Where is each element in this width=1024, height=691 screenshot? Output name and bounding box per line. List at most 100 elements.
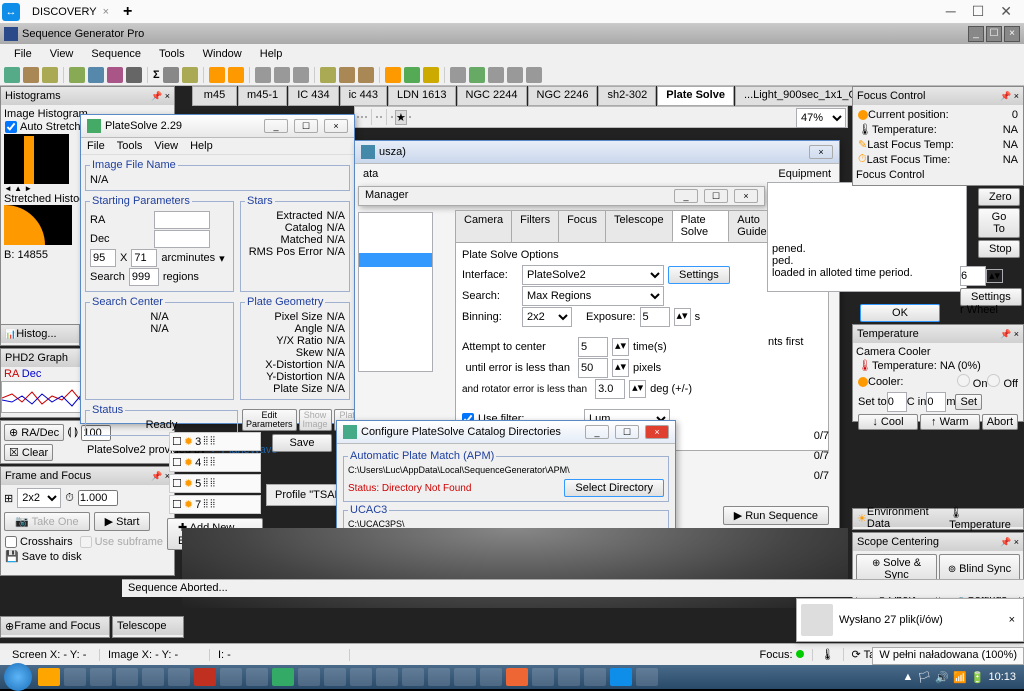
minimize-icon[interactable]: ─ [946,3,956,20]
close-icon[interactable]: × [809,145,833,159]
sizex-input[interactable] [90,249,116,267]
task-item[interactable] [532,668,554,686]
tab-focus[interactable]: Focus [558,210,606,242]
tb-icon-22[interactable] [469,67,485,83]
tray-icon[interactable]: 🔋 [971,671,985,684]
close-icon[interactable]: × [645,425,669,439]
task-item[interactable] [38,668,60,686]
task-item[interactable] [506,668,528,686]
close-icon[interactable]: × [103,6,109,18]
crosshairs-checkbox[interactable] [5,536,17,548]
spinner[interactable]: ▴▾ [612,338,629,356]
spinner[interactable]: ▴▾ [612,359,629,377]
menu-view[interactable]: View [42,46,82,62]
task-item[interactable] [272,668,294,686]
bin-select[interactable]: 2x2 [17,488,61,508]
pin-icon[interactable]: 📌 × [1000,91,1019,102]
menu-tools[interactable]: Tools [151,46,193,62]
tb-icon-25[interactable] [526,67,542,83]
pin-icon[interactable]: 📌 × [1000,537,1019,548]
menu-file[interactable]: File [6,46,40,62]
task-item[interactable] [324,668,346,686]
checkbox-icon[interactable]: ☐ [172,435,182,448]
apm-select-dir-button[interactable]: Select Directory [564,479,664,497]
clear-button[interactable]: ☒ Clear [4,444,53,461]
pin-icon[interactable]: 📌 × [151,91,170,102]
task-item[interactable] [428,668,450,686]
warm-button[interactable]: ↑ Warm [920,414,980,430]
ps-menu-help[interactable]: Help [190,140,213,152]
run-sequence-button[interactable]: ▶ Run Sequence [723,506,829,525]
attempt-input[interactable] [578,337,608,357]
radec-button[interactable]: ⊕ RA/Dec [4,424,64,441]
task-item[interactable] [480,668,502,686]
tab-telescope[interactable]: Telescope [605,210,673,242]
spinner[interactable]: ▴▾ [674,308,691,326]
set-button[interactable]: Set [955,394,982,410]
tb-icon-8[interactable] [163,67,179,83]
tb-icon-17[interactable] [358,67,374,83]
tb-icon-21[interactable] [450,67,466,83]
pin-icon[interactable]: 📌 × [1000,329,1019,340]
abort-button[interactable]: Abort [982,414,1018,430]
doc-tab-ldn1613[interactable]: LDN 1613 [388,86,456,106]
task-item[interactable] [454,668,476,686]
task-item[interactable] [610,668,632,686]
sizey-input[interactable] [131,249,157,267]
temp-input[interactable] [887,392,907,412]
task-item[interactable] [142,668,164,686]
show-image-button[interactable]: Show Image [299,409,332,431]
clock[interactable]: 10:13 [988,671,1016,683]
checkbox-icon[interactable]: ☐ [172,498,182,511]
maximize-icon[interactable]: ☐ [972,3,985,20]
subframe-checkbox[interactable] [80,536,92,548]
tb-icon-14[interactable] [293,67,309,83]
nav-icon5[interactable] [380,116,382,118]
interface-select[interactable]: PlateSolve2 [522,265,664,285]
save-button[interactable]: Save [272,434,332,452]
rotator-input[interactable] [595,379,625,399]
manager-list[interactable] [358,212,433,372]
ra-input[interactable] [154,211,210,229]
task-item[interactable] [636,668,658,686]
tb-icon-18[interactable] [385,67,401,83]
tray-arrow[interactable]: ▲ [903,671,914,683]
close-icon[interactable]: × [734,189,758,203]
task-item[interactable] [350,668,372,686]
maximize-icon[interactable]: ☐ [704,189,728,203]
cool-button[interactable]: ↓ Cool [858,414,918,430]
exposure-input[interactable] [640,307,670,327]
sigma-icon[interactable]: Σ [153,69,160,81]
tb-icon-19[interactable] [404,67,420,83]
task-item[interactable] [298,668,320,686]
task-item[interactable] [246,668,268,686]
spinner[interactable]: ▴▾ [986,269,1003,283]
task-item[interactable] [558,668,580,686]
tb-icon-3[interactable] [42,67,58,83]
checkbox-icon[interactable]: ☐ [172,456,182,469]
dropdown-icon[interactable]: ▾ [219,252,225,265]
tb-icon-11[interactable] [228,67,244,83]
until-input[interactable] [578,358,608,378]
min-input[interactable] [926,392,946,412]
doc-tab-ngc2244[interactable]: NGC 2244 [457,86,527,106]
zoom-select[interactable]: 47% [796,108,846,128]
nav-star[interactable]: ★ [395,110,407,125]
gear-row[interactable]: ☐✹ 7 ⦙⦙⦙⦙ [169,495,261,514]
gear-row[interactable]: ☐✹ 3 ⦙⦙⦙⦙ [169,432,261,451]
tab-platesolve[interactable]: Plate Solve [672,210,730,242]
tb-icon-13[interactable] [274,67,290,83]
env-label[interactable]: Environment Data [867,506,945,530]
minimize-icon[interactable]: _ [674,189,698,203]
ps-menu-tools[interactable]: Tools [117,140,143,152]
spinner[interactable]: ▴▾ [629,380,646,398]
menu-sequence[interactable]: Sequence [83,46,149,62]
step-icon[interactable]: ⟬ [67,426,71,439]
tb-icon-7[interactable] [126,67,142,83]
task-item[interactable] [584,668,606,686]
temp-tab-label[interactable]: Temperature [949,519,1011,531]
tb-icon-1[interactable] [4,67,20,83]
take-one-button[interactable]: 📷 Take One [4,512,90,531]
gear-row[interactable]: ☐✹ 5 ⦙⦙⦙⦙ [169,474,261,493]
dec-input[interactable] [154,230,210,248]
